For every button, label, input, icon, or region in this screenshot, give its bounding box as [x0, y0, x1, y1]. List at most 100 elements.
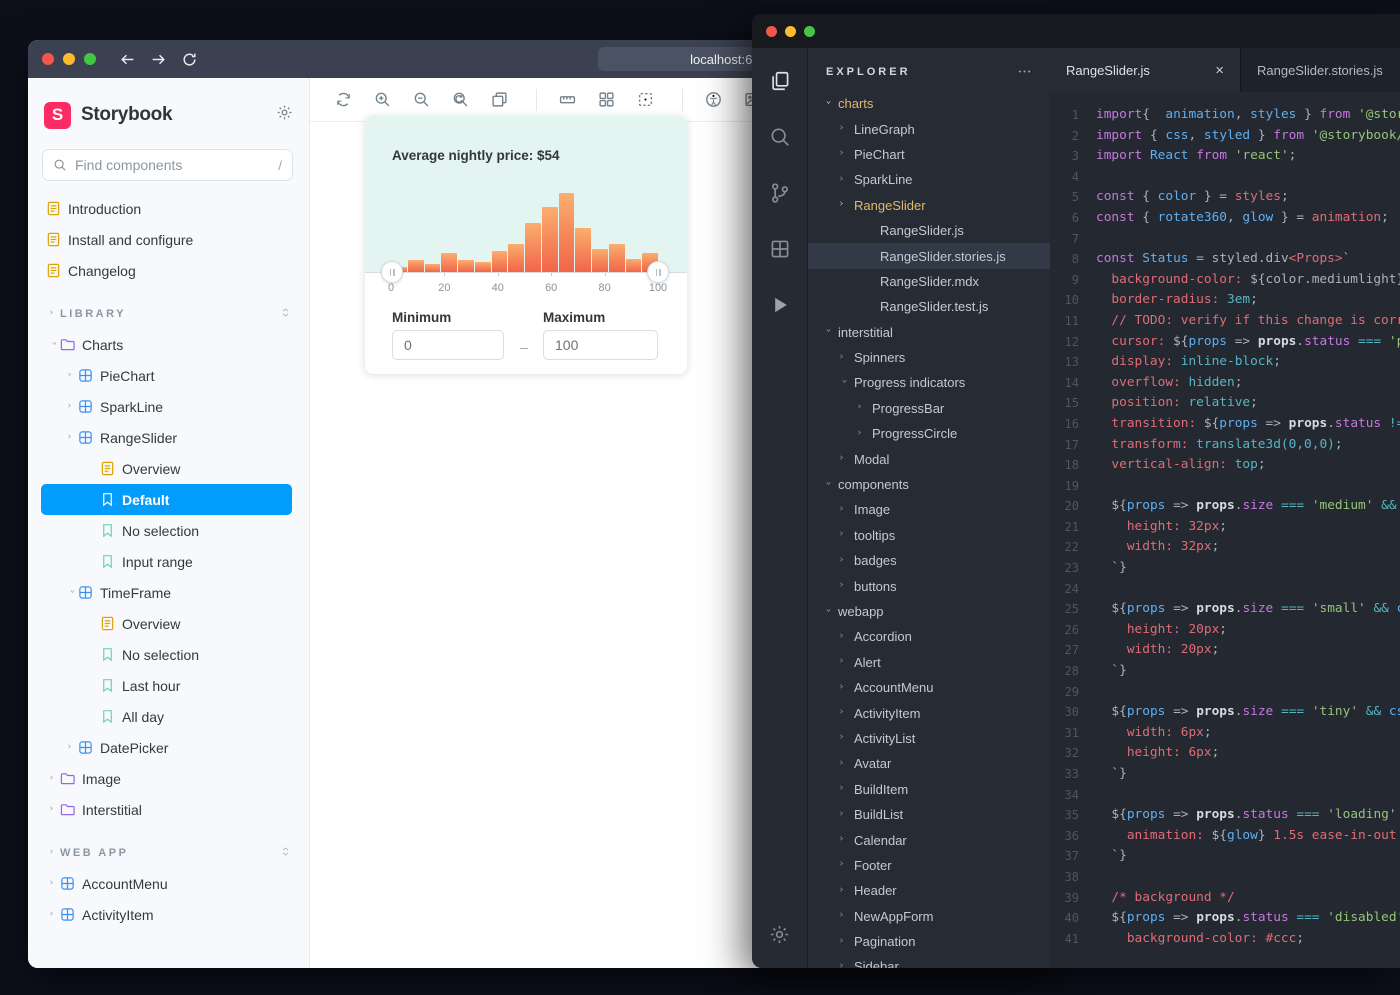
chevron-down-icon[interactable] — [49, 338, 57, 352]
chevron-right-icon[interactable] — [836, 455, 850, 463]
explorer-item-modal[interactable]: Modal — [808, 446, 1050, 471]
chevron-right-icon[interactable] — [836, 912, 850, 920]
chevron-right-icon[interactable] — [46, 775, 60, 783]
zoom-out-icon[interactable] — [413, 91, 430, 108]
sidebar-section-web-app[interactable]: WEB APP — [28, 838, 309, 868]
explorer-item-header[interactable]: Header — [808, 878, 1050, 903]
explorer-item-calendar[interactable]: Calendar — [808, 827, 1050, 852]
chevron-right-icon[interactable] — [836, 684, 850, 692]
chevron-down-icon[interactable] — [839, 376, 847, 390]
sidebar-section-library[interactable]: LIBRARY — [28, 299, 309, 329]
settings-gear-icon[interactable] — [769, 924, 790, 950]
close-window-button[interactable] — [766, 26, 777, 37]
chevron-right-icon[interactable] — [836, 176, 850, 184]
explorer-item-footer[interactable]: Footer — [808, 853, 1050, 878]
explorer-item-progressbar[interactable]: ProgressBar — [808, 396, 1050, 421]
chevron-down-icon[interactable] — [823, 325, 831, 339]
explorer-item-activitylist[interactable]: ActivityList — [808, 726, 1050, 751]
chevron-right-icon[interactable] — [836, 811, 850, 819]
sidebar-item-default[interactable]: Default — [41, 484, 292, 515]
section-collapse-icon[interactable] — [280, 846, 291, 860]
explorer-item-image[interactable]: Image — [808, 497, 1050, 522]
chevron-right-icon[interactable] — [836, 887, 850, 895]
chevron-right-icon[interactable] — [836, 201, 850, 209]
chevron-right-icon[interactable] — [836, 836, 850, 844]
source-control-icon[interactable] — [769, 182, 791, 204]
zoom-in-icon[interactable] — [374, 91, 391, 108]
storybook-settings-gear-icon[interactable] — [276, 104, 293, 126]
explorer-item-progress-indicators[interactable]: Progress indicators — [808, 370, 1050, 395]
maximize-window-button[interactable] — [804, 26, 815, 37]
grid-icon[interactable] — [598, 91, 615, 108]
sidebar-item-charts[interactable]: Charts — [28, 329, 309, 360]
chevron-right-icon[interactable] — [836, 150, 850, 158]
chevron-right-icon[interactable] — [836, 658, 850, 666]
explorer-item-accordion[interactable]: Accordion — [808, 624, 1050, 649]
sidebar-item-interstitial[interactable]: Interstitial — [28, 794, 309, 825]
maximize-window-button[interactable] — [84, 53, 96, 65]
sidebar-item-overview[interactable]: Overview — [28, 453, 309, 484]
chevron-right-icon[interactable] — [836, 557, 850, 565]
explorer-item-rangeslider[interactable]: RangeSlider — [808, 193, 1050, 218]
run-icon[interactable] — [769, 294, 791, 316]
explorer-item-pagination[interactable]: Pagination — [808, 929, 1050, 954]
chevron-right-icon[interactable] — [64, 744, 78, 752]
sidebar-item-introduction[interactable]: Introduction — [28, 193, 309, 224]
chevron-right-icon[interactable] — [836, 709, 850, 717]
sidebar-item-accountmenu[interactable]: AccountMenu — [28, 868, 309, 899]
accessibility-icon[interactable] — [705, 91, 722, 108]
tab-rangeslider-js[interactable]: RangeSlider.js × — [1050, 48, 1240, 92]
chevron-right-icon[interactable] — [836, 531, 850, 539]
explorer-item-newappform[interactable]: NewAppForm — [808, 904, 1050, 929]
explorer-item-builditem[interactable]: BuildItem — [808, 777, 1050, 802]
chevron-right-icon[interactable] — [46, 880, 60, 888]
minimum-input[interactable]: 0 — [392, 330, 504, 360]
chevron-right-icon[interactable] — [64, 434, 78, 442]
chevron-down-icon[interactable] — [67, 586, 75, 600]
chevron-right-icon[interactable] — [836, 760, 850, 768]
explorer-item-webapp[interactable]: webapp — [808, 599, 1050, 624]
chevron-right-icon[interactable] — [836, 861, 850, 869]
explorer-item-avatar[interactable]: Avatar — [808, 751, 1050, 776]
chevron-right-icon[interactable] — [836, 354, 850, 362]
extensions-grid-icon[interactable] — [769, 238, 791, 260]
maximum-input[interactable]: 100 — [543, 330, 658, 360]
explorer-item-tooltips[interactable]: tooltips — [808, 523, 1050, 548]
sidebar-item-install-and-configure[interactable]: Install and configure — [28, 224, 309, 255]
chevron-down-icon[interactable] — [823, 97, 831, 111]
explorer-item-buildlist[interactable]: BuildList — [808, 802, 1050, 827]
sidebar-item-input-range[interactable]: Input range — [28, 546, 309, 577]
chevron-right-icon[interactable] — [836, 938, 850, 946]
explorer-item-rangeslider-test-js[interactable]: RangeSlider.test.js — [808, 294, 1050, 319]
explorer-item-spinners[interactable]: Spinners — [808, 345, 1050, 370]
minimize-window-button[interactable] — [785, 26, 796, 37]
explorer-item-accountmenu[interactable]: AccountMenu — [808, 675, 1050, 700]
back-arrow-icon[interactable] — [119, 51, 136, 68]
chevron-right-icon[interactable] — [854, 404, 868, 412]
chevron-right-icon[interactable] — [46, 911, 60, 919]
more-actions-icon[interactable] — [1017, 64, 1032, 79]
explorer-item-activityitem[interactable]: ActivityItem — [808, 700, 1050, 725]
explorer-item-rangeslider-js[interactable]: RangeSlider.js — [808, 218, 1050, 243]
chevron-right-icon[interactable] — [836, 125, 850, 133]
explorer-item-buttons[interactable]: buttons — [808, 573, 1050, 598]
stack-icon[interactable] — [491, 91, 508, 108]
sidebar-item-rangeslider[interactable]: RangeSlider — [28, 422, 309, 453]
chevron-right-icon[interactable] — [46, 806, 60, 814]
forward-arrow-icon[interactable] — [150, 51, 167, 68]
sidebar-item-piechart[interactable]: PieChart — [28, 360, 309, 391]
explorer-item-charts[interactable]: charts — [808, 91, 1050, 116]
chevron-right-icon[interactable] — [836, 963, 850, 968]
section-collapse-icon[interactable] — [280, 307, 291, 321]
chevron-down-icon[interactable] — [823, 605, 831, 619]
explorer-item-piechart[interactable]: PieChart — [808, 142, 1050, 167]
slider-handle-max[interactable] — [647, 261, 669, 283]
sidebar-item-timeframe[interactable]: TimeFrame — [28, 577, 309, 608]
chevron-right-icon[interactable] — [836, 785, 850, 793]
sidebar-item-changelog[interactable]: Changelog — [28, 255, 309, 286]
files-icon[interactable] — [769, 70, 791, 92]
chevron-right-icon[interactable] — [836, 734, 850, 742]
chevron-right-icon[interactable] — [854, 430, 868, 438]
chevron-right-icon[interactable] — [836, 506, 850, 514]
chevron-right-icon[interactable] — [836, 633, 850, 641]
